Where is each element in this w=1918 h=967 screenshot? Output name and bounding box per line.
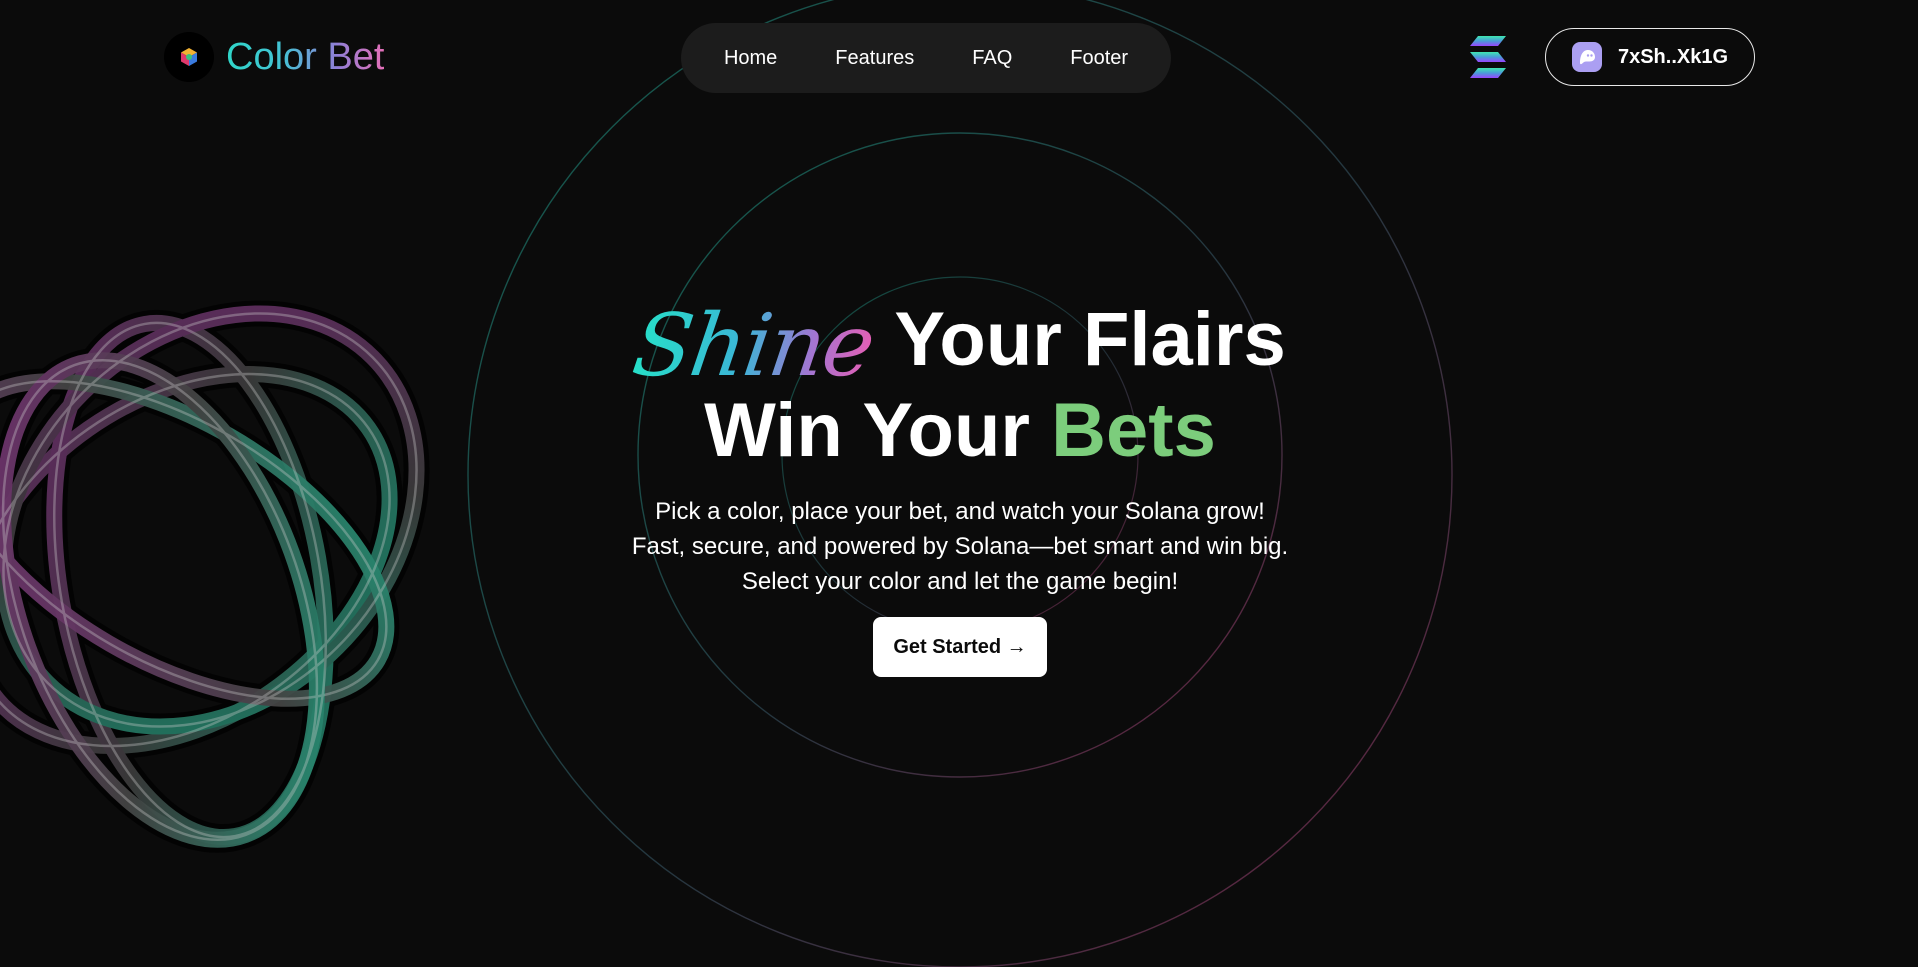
tagline-line: Select your color and let the game begin… — [741, 568, 1179, 595]
hero-headline-text: Your Flairs — [894, 297, 1286, 382]
get-started-button[interactable]: Get Started → — [873, 617, 1047, 677]
hero-script-word: Shine — [627, 296, 880, 396]
solana-logo-icon[interactable] — [1470, 34, 1506, 80]
hero-headline-line2: Win Your Bets — [560, 386, 1360, 476]
landing-page: Color Bet Home Features FAQ Footer 7xSh.… — [0, 0, 1918, 967]
hero-tagline: Pick a color, place your bet, and watch … — [560, 494, 1360, 599]
phantom-ghost-icon — [1571, 42, 1602, 72]
nav-item-features[interactable]: Features — [806, 23, 943, 93]
tagline-line: Pick a color, place your bet, and watch … — [655, 498, 1265, 525]
hero-section: Shine Your Flairs Win Your Bets Pick a c… — [560, 272, 1360, 677]
nav-item-footer[interactable]: Footer — [1041, 23, 1157, 93]
hero-headline-line1: Shine Your Flairs — [560, 272, 1360, 396]
nav-item-faq[interactable]: FAQ — [943, 23, 1041, 93]
tagline-line: Fast, secure, and powered by Solana—bet … — [631, 533, 1289, 560]
wallet-address: 7xSh..Xk1G — [1617, 45, 1729, 68]
wallet-connect-button[interactable]: 7xSh..Xk1G — [1545, 28, 1755, 86]
color-cube-icon — [164, 32, 214, 82]
brand-logo[interactable]: Color Bet — [164, 32, 384, 82]
brand-name: Color Bet — [226, 32, 384, 82]
hero-headline-prefix: Win Your — [704, 388, 1030, 473]
hero-headline-accent: Bets — [1051, 388, 1216, 473]
nav-item-home[interactable]: Home — [695, 23, 806, 93]
main-nav: Home Features FAQ Footer — [681, 23, 1171, 93]
